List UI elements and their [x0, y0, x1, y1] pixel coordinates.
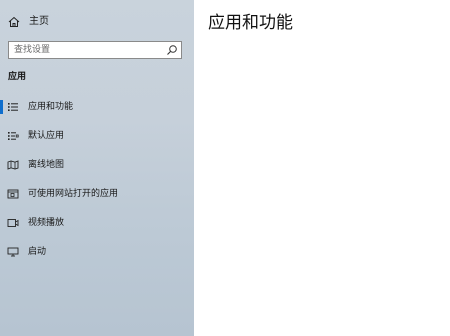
search-icon[interactable]: [166, 44, 178, 56]
settings-window: 主页 应用 应用和功能: [0, 0, 450, 336]
section-title: 应用: [8, 72, 27, 82]
sidebar-item-offline-maps[interactable]: 离线地图: [0, 153, 194, 177]
sidebar-item-label: 启动: [28, 247, 47, 257]
search-box[interactable]: [8, 41, 182, 59]
sidebar-item-label: 离线地图: [28, 160, 65, 170]
sidebar-item-video-playback[interactable]: 视频播放: [0, 211, 194, 235]
sidebar-item-apps-for-websites[interactable]: 可使用网站打开的应用: [0, 182, 194, 206]
sidebar-item-label: 视频播放: [28, 218, 65, 228]
home-nav-item[interactable]: 主页: [0, 11, 194, 33]
default-apps-icon: [8, 132, 19, 140]
sidebar-item-label: 应用和功能: [28, 102, 74, 112]
sidebar-item-label: 默认应用: [28, 131, 65, 141]
sidebar-item-default-apps[interactable]: 默认应用: [0, 124, 194, 148]
sidebar-item-label: 可使用网站打开的应用: [28, 189, 119, 199]
selected-indicator: [0, 100, 3, 114]
apps-list-icon: [8, 103, 18, 111]
sidebar-item-startup[interactable]: 启动: [0, 240, 194, 264]
home-label: 主页: [29, 16, 49, 27]
startup-icon: [7, 247, 19, 257]
page-title: 应用和功能: [208, 13, 293, 33]
sidebar-item-apps-features[interactable]: 应用和功能: [0, 95, 194, 119]
home-icon: [8, 16, 20, 27]
search-input[interactable]: [9, 43, 164, 57]
sidebar: 主页 应用 应用和功能: [0, 0, 194, 336]
map-icon: [7, 160, 19, 170]
video-icon: [7, 219, 19, 227]
open-in-app-icon: [7, 189, 19, 199]
